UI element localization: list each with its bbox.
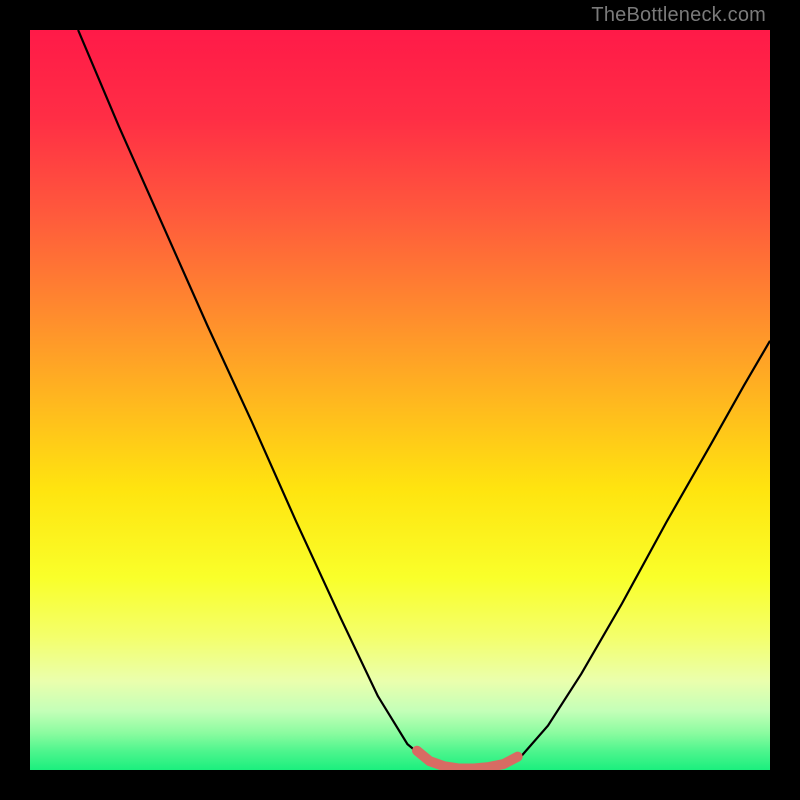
valley-highlight (417, 751, 518, 769)
chart-curves (30, 30, 770, 770)
watermark-text: TheBottleneck.com (591, 4, 766, 27)
plot-area (30, 30, 770, 770)
bottleneck-curve (78, 30, 770, 769)
chart-frame: TheBottleneck.com (0, 0, 800, 800)
